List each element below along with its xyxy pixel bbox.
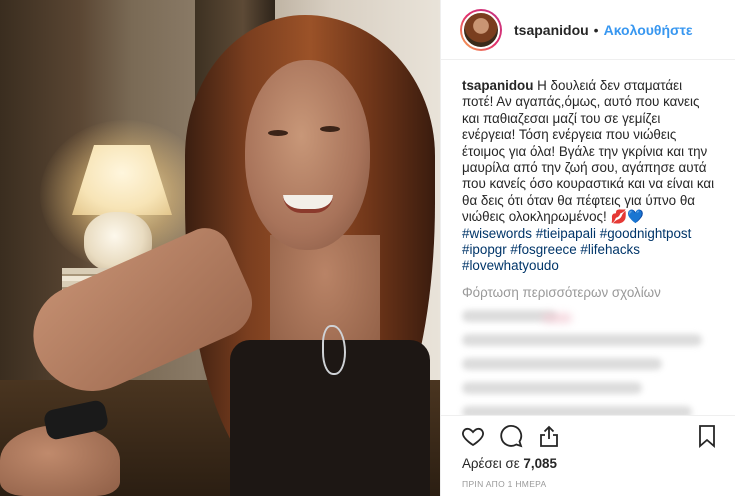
- load-more-comments-link[interactable]: Φόρτωση περισσότερων σχολίων: [462, 285, 716, 300]
- header-separator: •: [593, 21, 599, 38]
- hashtag-link[interactable]: #tieipapali: [536, 226, 596, 241]
- blurred-comment-line: [462, 357, 662, 370]
- necklace-pendant: [322, 325, 346, 375]
- header-username[interactable]: tsapanidou: [514, 22, 589, 38]
- post-caption: tsapanidou Η δουλειά δεν σταματάει ποτέ!…: [462, 78, 716, 275]
- post-photo[interactable]: [0, 0, 440, 496]
- person-left-eye: [268, 130, 288, 136]
- comments-section: tsapanidou Η δουλειά δεν σταματάει ποτέ!…: [441, 60, 735, 415]
- person-right-eye: [320, 126, 340, 132]
- person-face: [245, 60, 370, 250]
- hashtag-link[interactable]: #goodnightpost: [600, 226, 692, 241]
- blurred-comment-line: [462, 405, 692, 415]
- post-timestamp: ΠΡΙΝ ΑΠΟ 1 ΗΜΕΡΑ: [462, 479, 547, 489]
- blurred-comment-line: [462, 381, 642, 394]
- likes-number: 7,085: [523, 456, 557, 471]
- profile-avatar[interactable]: [460, 8, 502, 51]
- bookmark-icon[interactable]: [694, 423, 720, 449]
- caption-hashtags: #wisewords #tieipapali #goodnightpost #i…: [462, 226, 691, 274]
- hashtag-link[interactable]: #lifehacks: [580, 242, 640, 257]
- hashtag-link[interactable]: #wisewords: [462, 226, 532, 241]
- blurred-comment-line: [462, 333, 702, 346]
- likes-count[interactable]: Αρέσει σε 7,085: [462, 456, 557, 471]
- heart-icon[interactable]: [460, 423, 486, 449]
- hashtag-link[interactable]: #lovewhatyoudo: [462, 258, 559, 273]
- blurred-emoji: [542, 312, 572, 323]
- caption-text: Η δουλειά δεν σταματάει ποτέ! Αν αγαπάς,…: [462, 78, 715, 225]
- post-header: tsapanidou • Ακολουθήστε: [441, 0, 735, 60]
- follow-button[interactable]: Ακολουθήστε: [604, 22, 693, 38]
- post-side-panel: tsapanidou • Ακολουθήστε tsapanidou Η δο…: [440, 0, 735, 496]
- share-icon[interactable]: [536, 423, 562, 449]
- likes-prefix: Αρέσει σε: [462, 456, 520, 471]
- hashtag-link[interactable]: #ipopgr: [462, 242, 507, 257]
- post-actions-bar: [441, 415, 735, 455]
- comment-icon[interactable]: [498, 423, 524, 449]
- hashtag-link[interactable]: #fosgreece: [510, 242, 576, 257]
- caption-username[interactable]: tsapanidou: [462, 78, 533, 93]
- blurred-comment-line: [462, 309, 572, 323]
- avatar-image: [462, 10, 500, 49]
- blurred-comments: [462, 309, 716, 415]
